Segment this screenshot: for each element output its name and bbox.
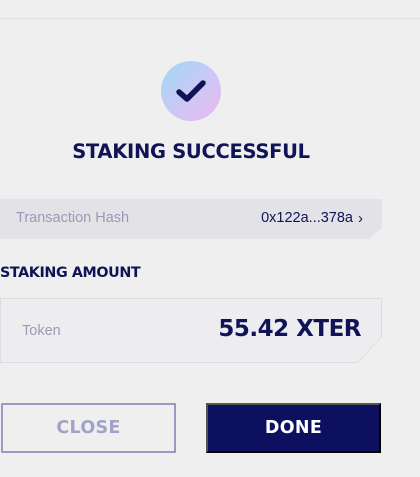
top-divider: [0, 18, 420, 19]
transaction-hash-value: 0x122a...378a: [261, 210, 353, 226]
token-label: Token: [22, 323, 61, 339]
token-amount-value: 55.42 XTER: [218, 316, 361, 342]
checkmark-icon: [176, 80, 206, 102]
staking-amount-card-inner: Token 55.42 XTER: [1, 299, 381, 362]
modal-title: STAKING SUCCESSFUL: [72, 140, 310, 163]
done-button[interactable]: DONE: [206, 403, 381, 453]
transaction-hash-label: Transaction Hash: [16, 210, 130, 226]
success-badge: [161, 61, 221, 121]
close-button[interactable]: CLOSE: [1, 403, 176, 453]
transaction-hash-link[interactable]: 0x122a...378a ›: [261, 210, 363, 226]
transaction-hash-row: Transaction Hash 0x122a...378a ›: [0, 199, 382, 239]
staking-amount-card: Token 55.42 XTER: [0, 298, 382, 363]
chevron-right-icon: ›: [358, 209, 363, 227]
staking-amount-heading: STAKING AMOUNT: [0, 265, 141, 281]
